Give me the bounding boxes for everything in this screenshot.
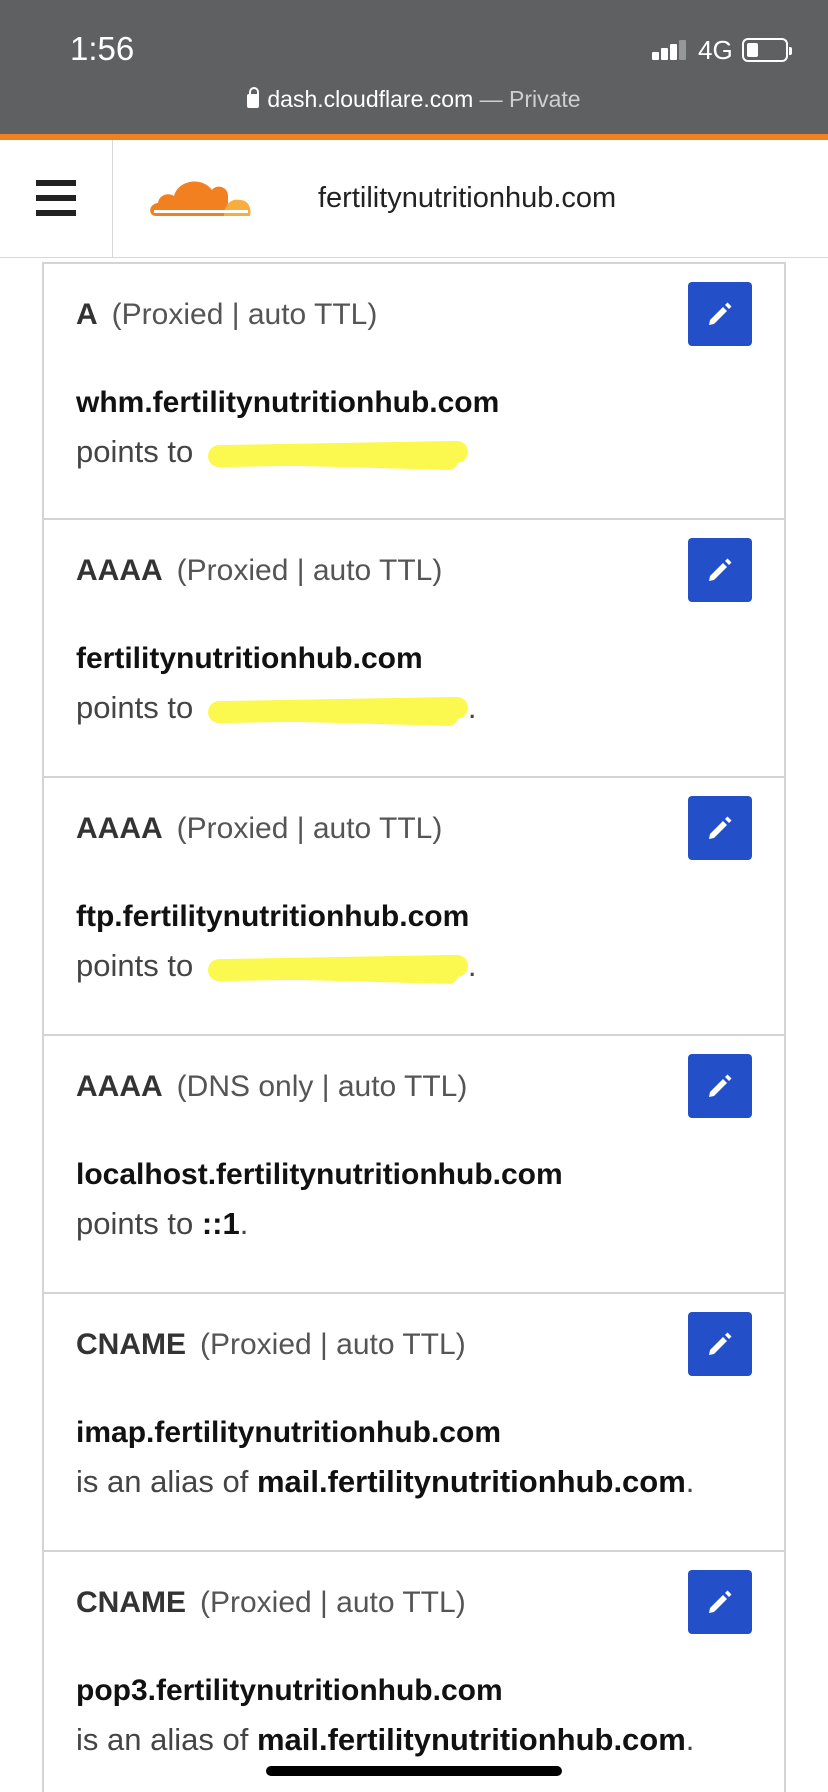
dns-record: AAAA (DNS only | auto TTL) localhost.ferti… bbox=[42, 1036, 786, 1294]
pencil-icon bbox=[709, 1332, 732, 1355]
record-type-line: AAAA (Proxied | auto TTL) bbox=[76, 812, 442, 846]
signal-strength-icon bbox=[652, 40, 688, 60]
record-target-line: is an alias of mail.fertilitynutritionhu… bbox=[76, 1722, 694, 1758]
record-proxy-ttl: (Proxied | auto TTL) bbox=[176, 554, 443, 587]
dns-record: CNAME (Proxied | auto TTL) imap.fertilityn… bbox=[42, 1294, 786, 1552]
record-name: localhost.fertilitynutritionhub.com bbox=[76, 1158, 563, 1191]
record-target-prefix: is an alias of bbox=[76, 1722, 249, 1757]
edit-record-button[interactable] bbox=[688, 1054, 752, 1118]
record-target-suffix: . bbox=[685, 1464, 695, 1499]
redacted-value bbox=[207, 695, 469, 726]
lock-icon bbox=[247, 87, 260, 108]
record-target-prefix: points to bbox=[76, 690, 194, 725]
record-type-line: CNAME (Proxied | auto TTL) bbox=[76, 1586, 466, 1620]
record-target-suffix: . bbox=[467, 948, 477, 983]
record-target-line: points to ::1. bbox=[76, 1206, 248, 1242]
record-name: imap.fertilitynutritionhub.com bbox=[76, 1416, 501, 1449]
record-name: pop3.fertilitynutritionhub.com bbox=[76, 1674, 503, 1707]
address-bar[interactable]: dash.cloudflare.com — Private bbox=[0, 86, 828, 113]
record-target-prefix: is an alias of bbox=[76, 1464, 249, 1499]
site-name[interactable]: fertilitynutritionhub.com bbox=[318, 182, 616, 215]
url-separator: — bbox=[473, 86, 510, 112]
record-target-prefix: points to bbox=[76, 948, 194, 983]
edit-record-button[interactable] bbox=[688, 796, 752, 860]
record-type: A bbox=[76, 298, 98, 331]
url-text: dash.cloudflare.com bbox=[267, 86, 474, 112]
record-name: ftp.fertilitynutritionhub.com bbox=[76, 900, 470, 933]
pencil-icon bbox=[709, 1074, 732, 1097]
pencil-icon bbox=[709, 816, 732, 839]
record-type: AAAA bbox=[76, 1070, 163, 1103]
record-name: fertilitynutritionhub.com bbox=[76, 642, 423, 675]
record-proxy-ttl: (Proxied | auto TTL) bbox=[200, 1328, 466, 1361]
record-type: AAAA bbox=[76, 554, 163, 587]
edit-record-button[interactable] bbox=[688, 1312, 752, 1376]
cloudflare-logo-icon[interactable] bbox=[146, 170, 252, 222]
record-target-suffix: . bbox=[467, 690, 477, 725]
record-proxy-ttl: (Proxied | auto TTL) bbox=[200, 1586, 466, 1619]
edit-record-button[interactable] bbox=[688, 282, 752, 346]
edit-record-button[interactable] bbox=[688, 538, 752, 602]
redacted-value bbox=[207, 953, 469, 984]
hamburger-menu-icon[interactable] bbox=[36, 178, 76, 218]
app-header: fertilitynutritionhub.com bbox=[0, 140, 828, 258]
record-proxy-ttl: (Proxied | auto TTL) bbox=[111, 298, 378, 331]
record-target-line: points to . bbox=[76, 690, 476, 726]
record-type-line: A (Proxied | auto TTL) bbox=[76, 298, 377, 332]
record-target: mail.fertilitynutritionhub.com bbox=[256, 1464, 686, 1499]
pencil-icon bbox=[709, 302, 732, 325]
dns-record: AAAA (Proxied | auto TTL) ftp.fertilitynut… bbox=[42, 778, 786, 1036]
record-type-line: CNAME (Proxied | auto TTL) bbox=[76, 1328, 466, 1362]
dns-record: AAAA (Proxied | auto TTL) fertilitynutriti… bbox=[42, 520, 786, 778]
record-target: mail.fertilitynutritionhub.com bbox=[256, 1722, 686, 1757]
record-type: CNAME bbox=[76, 1586, 186, 1619]
record-type-line: AAAA (DNS only | auto TTL) bbox=[76, 1070, 467, 1104]
network-type: 4G bbox=[698, 35, 733, 65]
record-target-line: points to . bbox=[76, 948, 476, 984]
record-name: whm.fertilitynutritionhub.com bbox=[76, 386, 500, 419]
record-target-suffix: . bbox=[239, 1206, 249, 1241]
record-target-line: points to bbox=[76, 434, 469, 470]
record-type-line: AAAA (Proxied | auto TTL) bbox=[76, 554, 442, 588]
record-target: ::1 bbox=[201, 1206, 240, 1241]
record-target-suffix: . bbox=[685, 1722, 695, 1757]
dns-record: CNAME (Proxied | auto TTL) pop3.fertilityn… bbox=[42, 1552, 786, 1792]
record-type: AAAA bbox=[76, 812, 163, 845]
home-indicator[interactable] bbox=[266, 1766, 562, 1776]
pencil-icon bbox=[709, 558, 732, 581]
redacted-value bbox=[207, 439, 469, 470]
pencil-icon bbox=[709, 1590, 732, 1613]
status-bar: 1:56 4G dash.cloudflare.com — Private bbox=[0, 0, 828, 134]
private-label: Private bbox=[509, 86, 581, 112]
record-target-prefix: points to bbox=[76, 434, 194, 469]
record-target-line: is an alias of mail.fertilitynutritionhu… bbox=[76, 1464, 694, 1500]
record-type: CNAME bbox=[76, 1328, 186, 1361]
dns-records-list: A (Proxied | auto TTL) whm.fertilitynutrit… bbox=[42, 262, 786, 1792]
battery-icon bbox=[742, 38, 792, 62]
edit-record-button[interactable] bbox=[688, 1570, 752, 1634]
record-proxy-ttl: (Proxied | auto TTL) bbox=[176, 812, 443, 845]
record-proxy-ttl: (DNS only | auto TTL) bbox=[176, 1070, 468, 1103]
status-time: 1:56 bbox=[70, 30, 135, 67]
dns-record: A (Proxied | auto TTL) whm.fertilitynutrit… bbox=[42, 262, 786, 520]
header-divider bbox=[112, 140, 113, 258]
record-target-prefix: points to bbox=[76, 1206, 194, 1241]
